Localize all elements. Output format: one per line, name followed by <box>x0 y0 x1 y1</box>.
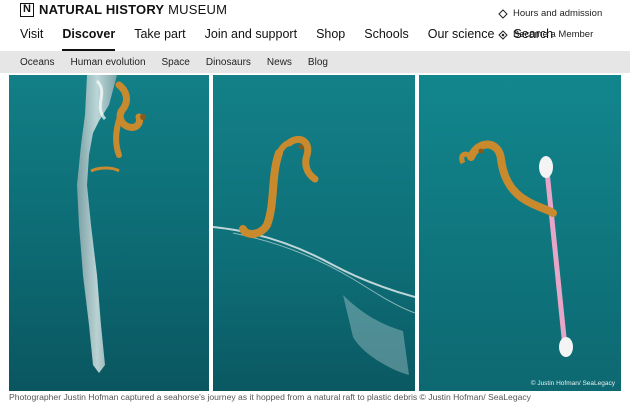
photo-credit: © Justin Hofman/ SeaLegacy <box>531 379 616 387</box>
logo-text-light: MUSEUM <box>168 2 228 17</box>
photo-seahorse-plastic-film <box>213 75 415 391</box>
subnav-news[interactable]: News <box>267 57 292 68</box>
subnav-space[interactable]: Space <box>162 57 190 68</box>
nav-shop[interactable]: Shop <box>316 27 345 47</box>
ticket-icon <box>498 8 508 19</box>
underwater-photo-2 <box>213 75 415 391</box>
nav-our-science[interactable]: Our science <box>428 27 495 47</box>
logo-n-mark-icon: N <box>20 2 34 17</box>
underwater-photo-3: © Justin Hofman/ SeaLegacy <box>419 75 621 391</box>
subnav-human-evolution[interactable]: Human evolution <box>70 57 145 68</box>
nav-visit[interactable]: Visit <box>20 27 43 47</box>
photo-seahorse-cotton-swab: © Justin Hofman/ SeaLegacy <box>419 75 621 391</box>
nav-search[interactable]: Search <box>513 27 553 47</box>
museum-logo[interactable]: N NATURAL HISTORY MUSEUM <box>20 2 227 17</box>
nav-join-and-support[interactable]: Join and support <box>205 27 297 47</box>
photo-caption: Photographer Justin Hofman captured a se… <box>9 392 531 402</box>
photo-seahorse-natural-raft <box>9 75 209 391</box>
subnav-oceans[interactable]: Oceans <box>20 57 54 68</box>
subnav-dinosaurs[interactable]: Dinosaurs <box>206 57 251 68</box>
underwater-photo-1 <box>9 75 209 391</box>
nav-schools[interactable]: Schools <box>364 27 408 47</box>
subnav-blog[interactable]: Blog <box>308 57 328 68</box>
seahorse-photo-gallery: © Justin Hofman/ SeaLegacy <box>9 75 621 391</box>
sub-nav: Oceans Human evolution Space Dinosaurs N… <box>0 51 630 73</box>
hours-admission-link[interactable]: Hours and admission <box>498 7 608 20</box>
logo-text-bold: NATURAL HISTORY <box>39 2 165 17</box>
hours-admission-label: Hours and admission <box>513 8 603 19</box>
main-nav: Visit Discover Take part Join and suppor… <box>20 27 572 51</box>
nav-take-part[interactable]: Take part <box>134 27 185 47</box>
nav-discover[interactable]: Discover <box>62 27 115 51</box>
